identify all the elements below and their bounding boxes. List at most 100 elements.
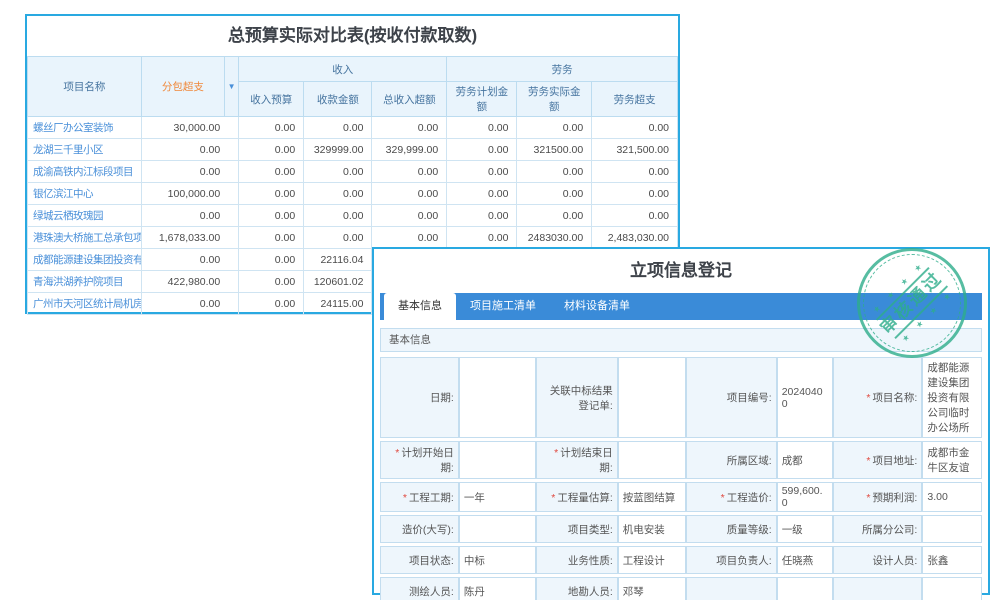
cell-subcontract-overspend: 0.00 [141, 161, 238, 183]
form-row: 项目状态:中标业务性质:工程设计项目负责人:任晓燕设计人员:张鑫 [380, 546, 982, 574]
table-row: 港珠澳大桥施工总承包项目1,678,033.000.000.000.000.00… [28, 227, 678, 249]
cell-income-budget: 0.00 [239, 205, 304, 227]
project-name-link[interactable]: 青海洪湖养护院项目 [28, 271, 142, 293]
empty-cell [922, 577, 982, 600]
cell-subcontract-overspend: 0.00 [141, 293, 238, 315]
field-label-bid-result-link: 关联中标结果登记单: [536, 357, 618, 438]
field-value-date[interactable] [459, 357, 536, 438]
col-header-project: 项目名称 [28, 57, 142, 117]
required-asterisk: * [395, 447, 399, 459]
cell-labor-planned: 0.00 [447, 227, 517, 249]
tab-construction-list[interactable]: 项目施工清单 [456, 293, 550, 320]
basic-info-form: 日期: 关联中标结果登记单: 项目编号:20240400*项目名称:成都能源建设集团… [380, 354, 982, 600]
field-value-project-leader[interactable]: 任晓燕 [777, 546, 834, 574]
field-label-project-name: *项目名称: [833, 357, 922, 438]
col-header-labor-overspend: 劳务超支 [592, 82, 678, 117]
cell-subcontract-overspend: 422,980.00 [141, 271, 238, 293]
col-header-income-excess: 总收入超额 [372, 82, 447, 117]
tab-bar: 基本信息 项目施工清单 材料设备清单 [380, 293, 982, 320]
field-value-duration[interactable]: 一年 [459, 482, 536, 512]
project-name-link[interactable]: 成都能源建设集团投资有限公司 [28, 249, 142, 271]
cell-income-excess: 0.00 [372, 183, 447, 205]
field-label-date: 日期: [380, 357, 459, 438]
field-value-project-type[interactable]: 机电安装 [618, 515, 687, 543]
field-label-project-status: 项目状态: [380, 546, 459, 574]
required-asterisk: * [721, 492, 725, 504]
tab-basic-info[interactable]: 基本信息 [384, 293, 456, 320]
project-name-link[interactable]: 港珠澳大桥施工总承包项目 [28, 227, 142, 249]
project-window-title: 立项信息登记 [374, 249, 988, 293]
table-row: 龙湖三千里小区0.000.00329999.00329,999.000.0032… [28, 139, 678, 161]
cell-subcontract-overspend: 30,000.00 [141, 117, 238, 139]
cell-income-excess: 0.00 [372, 117, 447, 139]
field-label-plan-start-date: *计划开始日期: [380, 441, 459, 479]
field-label-expected-profit: *预期利润: [833, 482, 922, 512]
cell-receipt-amount: 329999.00 [304, 139, 372, 161]
field-value-branch-company[interactable] [922, 515, 982, 543]
cell-receipt-amount: 0.00 [304, 117, 372, 139]
field-value-region[interactable]: 成都 [777, 441, 834, 479]
project-name-link[interactable]: 绿城云栖玫瑰园 [28, 205, 142, 227]
cell-labor-overspend: 0.00 [592, 205, 678, 227]
field-value-bid-result-link[interactable] [618, 357, 687, 438]
required-asterisk: * [403, 492, 407, 504]
table-row: 成渝高铁内江标段项目0.000.000.000.000.000.000.00 [28, 161, 678, 183]
cell-subcontract-overspend: 0.00 [141, 205, 238, 227]
cell-income-budget: 0.00 [239, 271, 304, 293]
field-label-project-no: 项目编号: [686, 357, 776, 438]
cell-labor-overspend: 2,483,030.00 [592, 227, 678, 249]
field-value-plan-start-date[interactable] [459, 441, 536, 479]
field-label-project-address: *项目地址: [833, 441, 922, 479]
field-label-project-type: 项目类型: [536, 515, 618, 543]
col-header-subcontract-overspend[interactable]: 分包超支 [141, 57, 224, 117]
cell-labor-planned: 0.00 [447, 139, 517, 161]
table-row: 螺丝厂办公室装饰30,000.000.000.000.000.000.000.0… [28, 117, 678, 139]
form-row: *计划开始日期:*计划结束日期:所属区域:成都*项目地址:成都市金牛区友谊 [380, 441, 982, 479]
cell-labor-planned: 0.00 [447, 161, 517, 183]
project-registration-window: 立项信息登记 基本信息 项目施工清单 材料设备清单 基本信息 日期: 关联中标结果… [372, 247, 990, 595]
field-label-project-leader: 项目负责人: [686, 546, 776, 574]
cell-labor-actual: 0.00 [517, 161, 592, 183]
cell-income-excess: 0.00 [372, 227, 447, 249]
project-name-link[interactable]: 螺丝厂办公室装饰 [28, 117, 142, 139]
project-name-link[interactable]: 银亿滨江中心 [28, 183, 142, 205]
field-value-project-name[interactable]: 成都能源建设集团投资有限公司临时办公场所 [922, 357, 982, 438]
required-asterisk: * [551, 492, 555, 504]
section-header-basic-info: 基本信息 [380, 328, 982, 352]
project-name-link[interactable]: 龙湖三千里小区 [28, 139, 142, 161]
cell-labor-planned: 0.00 [447, 117, 517, 139]
field-value-project-cost[interactable]: 599,600.0 [777, 482, 834, 512]
cell-income-excess: 329,999.00 [372, 139, 447, 161]
field-value-quantity-estimate[interactable]: 按蓝图结算 [618, 482, 687, 512]
cell-receipt-amount: 0.00 [304, 205, 372, 227]
field-label-business-nature: 业务性质: [536, 546, 618, 574]
cell-labor-actual: 2483030.00 [517, 227, 592, 249]
cell-income-excess: 0.00 [372, 161, 447, 183]
tab-material-equipment-list[interactable]: 材料设备清单 [550, 293, 644, 320]
cell-income-excess: 0.00 [372, 205, 447, 227]
field-value-project-no[interactable]: 20240400 [777, 357, 834, 438]
field-value-expected-profit[interactable]: 3.00 [922, 482, 982, 512]
field-value-plan-end-date[interactable] [618, 441, 687, 479]
field-value-business-nature[interactable]: 工程设计 [618, 546, 687, 574]
field-value-cost-in-words[interactable] [459, 515, 536, 543]
sort-arrow-icon[interactable]: ▼ [224, 57, 238, 117]
field-value-geo-surveyor[interactable]: 邓琴 [618, 577, 687, 600]
cell-subcontract-overspend: 1,678,033.00 [141, 227, 238, 249]
field-value-designer[interactable]: 张鑫 [922, 546, 982, 574]
field-value-project-address[interactable]: 成都市金牛区友谊 [922, 441, 982, 479]
field-label-designer: 设计人员: [833, 546, 922, 574]
project-name-link[interactable]: 成渝高铁内江标段项目 [28, 161, 142, 183]
col-header-receipt-amount: 收款金额 [304, 82, 372, 117]
col-header-income-budget: 收入预算 [239, 82, 304, 117]
required-asterisk: * [866, 392, 870, 404]
cell-labor-actual: 0.00 [517, 183, 592, 205]
field-value-quality-grade[interactable]: 一级 [777, 515, 834, 543]
field-label-quality-grade: 质量等级: [686, 515, 776, 543]
project-name-link[interactable]: 广州市天河区统计局机房改造 [28, 293, 142, 315]
col-group-labor: 劳务 [447, 57, 678, 82]
cell-labor-planned: 0.00 [447, 205, 517, 227]
field-label-branch-company: 所属分公司: [833, 515, 922, 543]
field-value-surveyor[interactable]: 陈丹 [459, 577, 536, 600]
field-value-project-status[interactable]: 中标 [459, 546, 536, 574]
